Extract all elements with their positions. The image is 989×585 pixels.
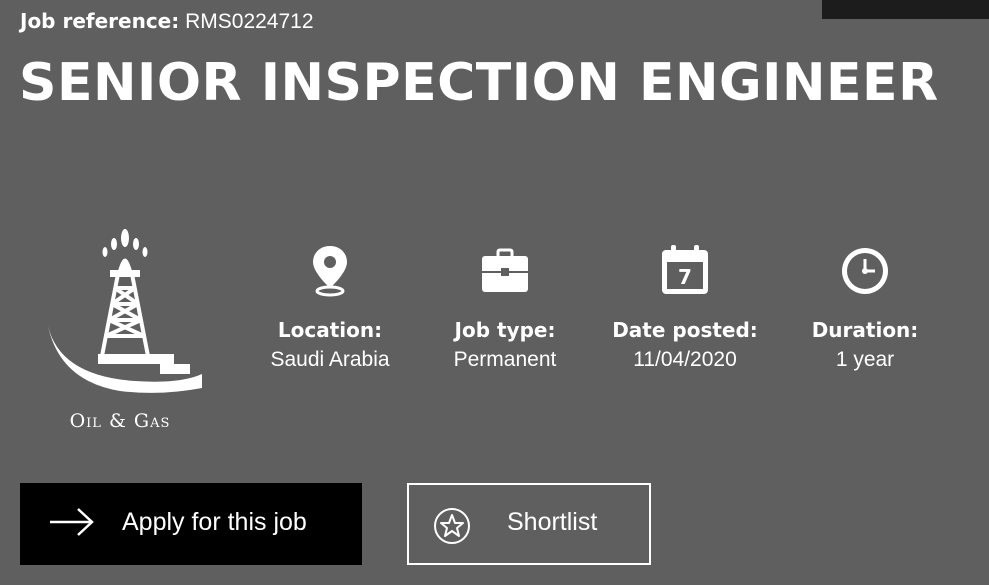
sector-label: Oil & Gas xyxy=(69,410,171,432)
map-pin-icon xyxy=(313,246,347,297)
location-info: Location: Saudi Arabia xyxy=(250,242,410,373)
calendar-day: 7 xyxy=(678,265,692,289)
job-reference: Job reference: RMS0224712 xyxy=(20,9,314,34)
job-reference-label: Job reference: xyxy=(20,9,180,33)
date-posted-label: Date posted: xyxy=(612,318,758,342)
job-type-label: Job type: xyxy=(454,318,556,342)
job-type-info: Job type: Permanent xyxy=(425,242,585,373)
top-bar-block xyxy=(822,0,989,19)
duration-value: 1 year xyxy=(835,348,895,371)
duration-label: Duration: xyxy=(811,318,919,342)
clock-icon xyxy=(842,248,888,294)
shortlist-button[interactable]: Shortlist xyxy=(407,483,651,565)
star-icon xyxy=(434,508,470,544)
date-posted-info: 7 Date posted: 11/04/2020 xyxy=(605,242,765,373)
arrow-right-icon xyxy=(50,508,94,536)
apply-button-label: Apply for this job xyxy=(122,508,307,536)
location-value: Saudi Arabia xyxy=(270,348,390,371)
job-title: SENIOR INSPECTION ENGINEER xyxy=(19,53,939,113)
location-label: Location: xyxy=(277,318,383,342)
oil-rig-icon xyxy=(48,229,202,393)
duration-info: Duration: 1 year xyxy=(785,242,945,373)
briefcase-icon xyxy=(482,248,528,292)
apply-button[interactable]: Apply for this job xyxy=(20,483,362,565)
job-type-value: Permanent xyxy=(453,348,557,371)
calendar-icon: 7 xyxy=(662,245,708,294)
shortlist-button-label: Shortlist xyxy=(507,508,598,536)
date-posted-value: 11/04/2020 xyxy=(633,348,737,371)
job-reference-value: RMS0224712 xyxy=(185,10,314,33)
sector-badge: Oil & Gas xyxy=(40,226,210,436)
